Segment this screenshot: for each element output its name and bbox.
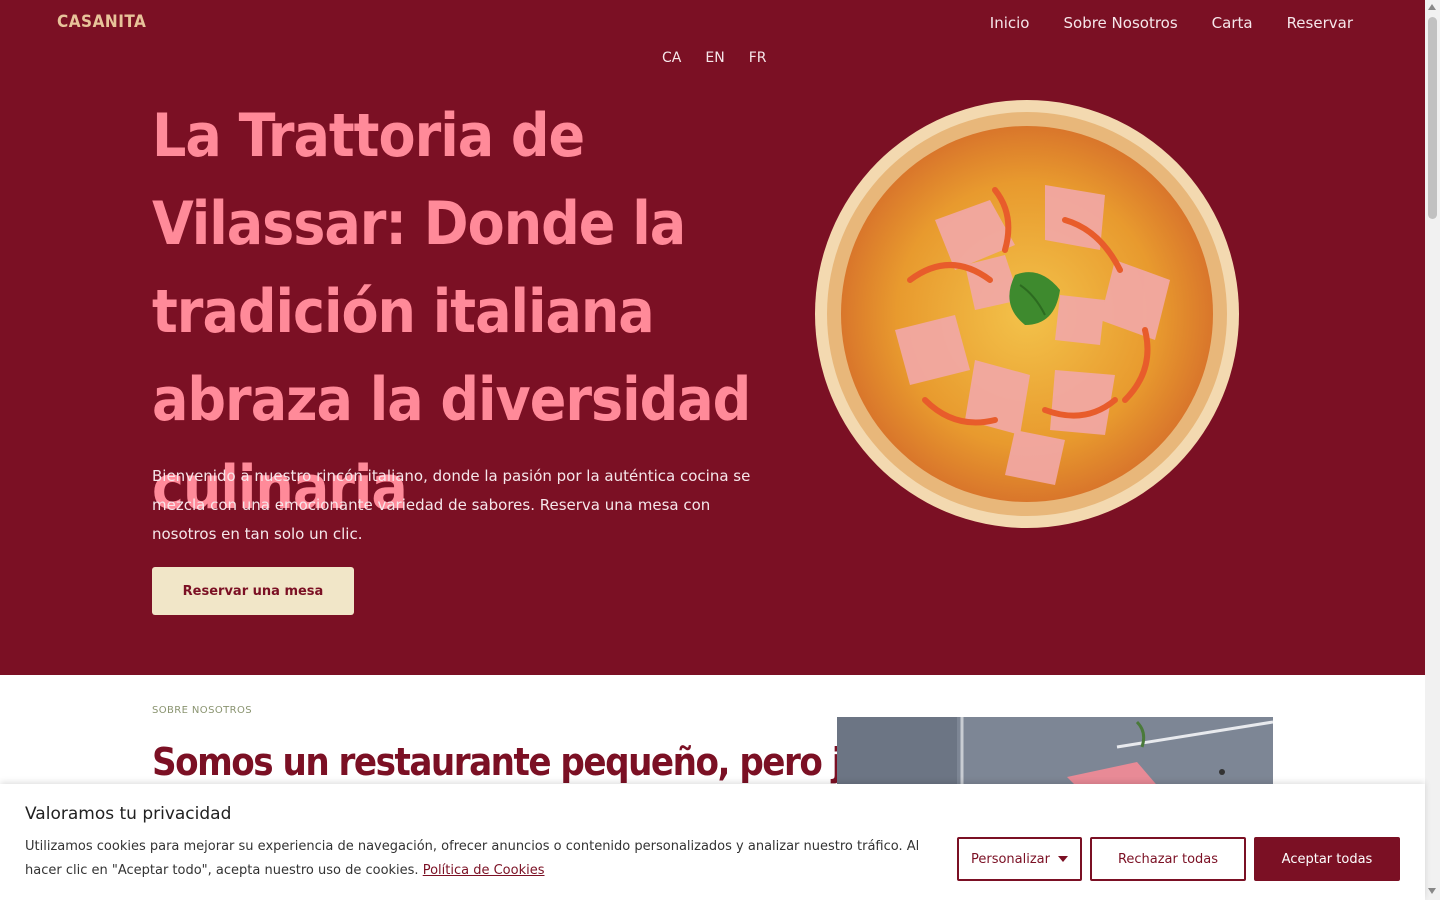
nav-carta[interactable]: Carta — [1212, 14, 1253, 32]
main-nav: Inicio Sobre Nosotros Carta Reservar — [990, 14, 1353, 32]
customize-label: Personalizar — [970, 851, 1050, 867]
scrollbar[interactable] — [1425, 0, 1440, 900]
lang-ca[interactable]: CA — [662, 50, 681, 66]
lang-en[interactable]: EN — [705, 50, 724, 66]
cookie-policy-link[interactable]: Política de Cookies — [423, 863, 545, 878]
logo-text: CASANITA — [57, 12, 147, 32]
nav-sobre-nosotros[interactable]: Sobre Nosotros — [1064, 14, 1178, 32]
nav-reservar[interactable]: Reservar — [1287, 14, 1353, 32]
about-title: Somos un restaurante pequeño, pero junto… — [152, 740, 945, 784]
nav-inicio[interactable]: Inicio — [990, 14, 1030, 32]
about-eyebrow: SOBRE NOSOTROS — [152, 705, 252, 716]
scroll-thumb[interactable] — [1428, 17, 1437, 219]
caret-down-icon — [1058, 856, 1068, 862]
pizza-image — [815, 100, 1239, 528]
lang-fr[interactable]: FR — [749, 50, 767, 66]
language-switcher: CA EN FR — [662, 50, 766, 66]
logo[interactable]: CASANITA — [57, 12, 146, 34]
customize-button[interactable]: Personalizar — [957, 837, 1082, 881]
reject-all-button[interactable]: Rechazar todas — [1090, 837, 1246, 881]
reserve-table-button[interactable]: Reservar una mesa — [152, 567, 354, 615]
hero-text: Bienvenido a nuestro rincón italiano, do… — [152, 467, 751, 543]
scroll-up-icon[interactable] — [1428, 4, 1436, 10]
cookie-text: Utilizamos cookies para mejorar su exper… — [25, 835, 950, 883]
hero-section: CASANITA Inicio Sobre Nosotros Carta Res… — [0, 0, 1425, 675]
cookie-banner: Valoramos tu privacidad Utilizamos cooki… — [0, 784, 1425, 900]
cookie-title: Valoramos tu privacidad — [25, 804, 232, 824]
scroll-down-icon[interactable] — [1428, 888, 1436, 894]
accept-all-button[interactable]: Aceptar todas — [1254, 837, 1400, 881]
